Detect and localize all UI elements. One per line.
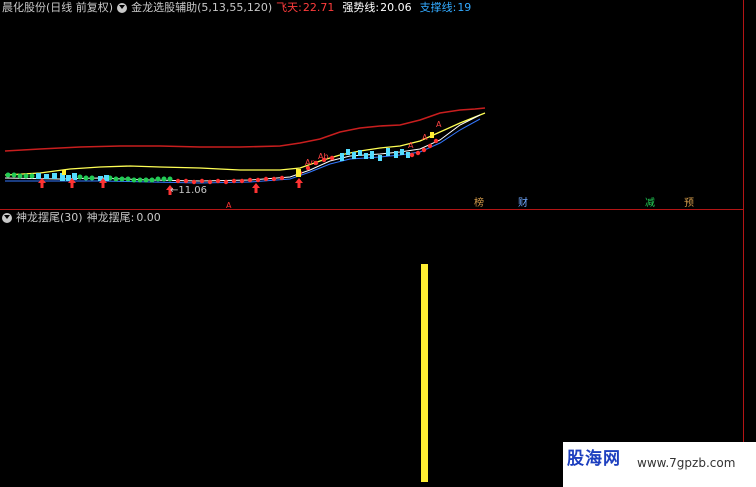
svg-text:Ab: Ab	[318, 152, 329, 161]
chart-right-border	[743, 0, 744, 487]
indicator-toggle-icon[interactable]	[117, 2, 128, 13]
stock-title[interactable]: 晨化股份(日线 前复权)	[2, 0, 113, 15]
sub-indicator-name[interactable]: 神龙摆尾(30)	[16, 210, 83, 225]
svg-text:An: An	[305, 158, 316, 167]
qiangshi-value: 20.06	[380, 1, 412, 14]
svg-text:A: A	[408, 141, 414, 150]
zhicheng-value: 19	[457, 1, 472, 14]
stock-chart-window: 晨化股份(日线 前复权) 金龙选股辅助(5,13,55,120) 飞天: 22.…	[0, 0, 756, 487]
signal-marker-jian: 减	[645, 197, 655, 209]
feitian-value: 22.71	[302, 1, 335, 14]
sub-value-label: 神龙摆尾:	[86, 211, 135, 224]
zhicheng-label: 支撑线:	[419, 1, 457, 14]
signal-marker-bang: 榜	[474, 196, 484, 209]
signal-markers: 榜 财 减 预	[474, 196, 694, 209]
low-price-label: ←11.06	[170, 185, 207, 196]
signal-marker-yu: 预	[684, 197, 694, 209]
sub-pane-header: 神龙摆尾(30) 神龙摆尾: 0.00	[2, 210, 165, 225]
feitian-label: 飞天:	[276, 1, 302, 14]
svg-text:A: A	[422, 133, 428, 142]
sub-indicator-toggle-icon[interactable]	[2, 212, 12, 223]
bottom-marker: A	[226, 201, 232, 209]
signal-marker-cai: 财	[518, 196, 528, 209]
main-price-chart[interactable]: An Ab A A A ←11.06 榜 财 减 预 A	[0, 15, 743, 209]
watermark-url: www.7gpzb.com	[637, 456, 736, 470]
main-pane-header: 晨化股份(日线 前复权) 金龙选股辅助(5,13,55,120) 飞天: 22.…	[2, 0, 475, 15]
watermark-logo: 股海网	[567, 449, 621, 469]
qiangshi-label: 强势线:	[342, 1, 380, 14]
dragon-signal-bar	[421, 264, 428, 482]
watermark: 股海网 www.7gpzb.com	[563, 442, 756, 487]
svg-text:A: A	[436, 120, 442, 129]
sub-value: 0.00	[136, 211, 161, 224]
indicator-name[interactable]: 金龙选股辅助(5,13,55,120)	[131, 0, 272, 15]
